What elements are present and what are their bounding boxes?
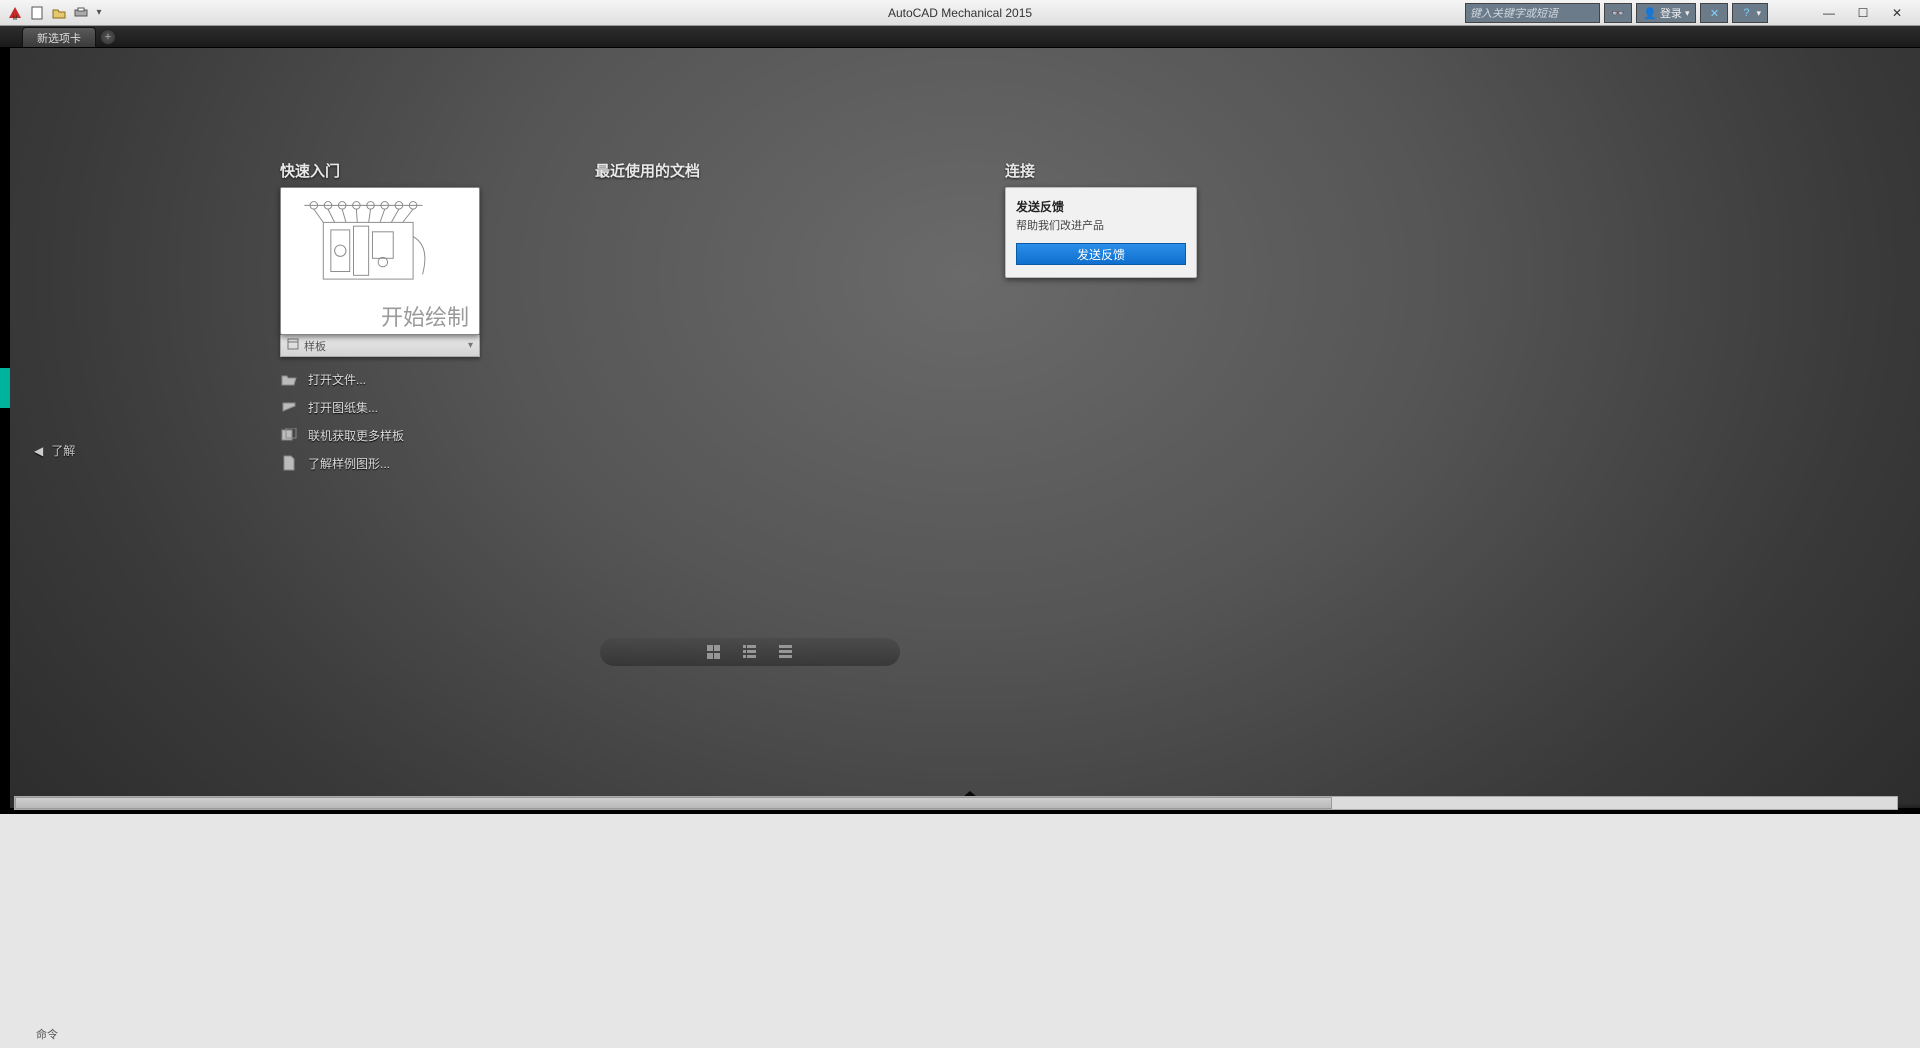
quick-access-toolbar: M ▾ — [4, 3, 106, 23]
link-sample-drawings[interactable]: 了解样例图形... — [280, 449, 490, 477]
quick-start-title: 快速入门 — [280, 160, 490, 181]
link-label: 联机获取更多样板 — [308, 427, 404, 444]
infocenter-button[interactable]: 👓 — [1604, 3, 1632, 23]
nav-left-label: 了解 — [51, 442, 75, 459]
template-label: 样板 — [304, 338, 326, 354]
send-feedback-button[interactable]: 发送反馈 — [1016, 243, 1186, 265]
tab-new[interactable]: 新选项卡 — [22, 27, 96, 47]
chevron-down-icon: ▾ — [468, 340, 473, 351]
minimize-button[interactable]: — — [1812, 2, 1846, 24]
close-button[interactable]: ✕ — [1880, 2, 1914, 24]
title-bar-right: 键入关键字或短语 👓 👤 登录 ▾ ✕ ? ▾ — ☐ ✕ — [1465, 2, 1914, 24]
feedback-card: 发送反馈 帮助我们改进产品 发送反馈 — [1005, 187, 1197, 278]
search-input[interactable]: 键入关键字或短语 — [1465, 3, 1600, 23]
start-drawing-label: 开始绘制 — [381, 300, 469, 332]
svg-text:M: M — [13, 16, 18, 20]
exchange-button[interactable]: ✕ — [1700, 3, 1728, 23]
user-icon: 👤 — [1643, 7, 1657, 20]
feedback-title: 发送反馈 — [1016, 198, 1186, 215]
view-grid-large-icon[interactable] — [707, 645, 721, 659]
help-icon: ? — [1739, 7, 1753, 19]
recent-docs-title: 最近使用的文档 — [595, 160, 925, 181]
open-file-icon[interactable] — [48, 3, 70, 23]
binoculars-icon: 👓 — [1611, 7, 1625, 20]
start-drawing-card[interactable]: 开始绘制 — [280, 187, 480, 335]
document-icon — [280, 455, 298, 471]
window-controls: — ☐ ✕ — [1812, 2, 1914, 24]
title-bar: M ▾ AutoCAD Mechanical 2015 键入关键字或短语 👓 👤… — [0, 0, 1920, 26]
feedback-subtitle: 帮助我们改进产品 — [1016, 217, 1186, 233]
app-title: AutoCAD Mechanical 2015 — [888, 6, 1032, 20]
view-list-icon[interactable] — [743, 645, 757, 659]
left-accent-bar — [0, 368, 10, 408]
nav-left-learn[interactable]: ◀ 了解 — [34, 442, 75, 459]
start-canvas: ◀ 了解 快速入门 — [10, 48, 1920, 808]
cad-sketch-thumbnail — [293, 194, 467, 298]
link-label: 打开图纸集... — [308, 399, 378, 416]
add-tab-button[interactable]: + — [100, 29, 116, 45]
column-recent-docs: 最近使用的文档 — [595, 160, 925, 181]
template-icon — [287, 338, 299, 353]
column-connect: 连接 发送反馈 帮助我们改进产品 发送反馈 — [1005, 160, 1215, 278]
recent-view-toggle — [600, 638, 900, 666]
login-button[interactable]: 👤 登录 ▾ — [1636, 3, 1697, 23]
template-dropdown[interactable]: 样板 ▾ — [280, 335, 480, 357]
help-button[interactable]: ? ▾ — [1732, 3, 1768, 23]
status-area: 命令 — [0, 814, 1920, 1048]
column-quick-start: 快速入门 开始绘制 — [280, 160, 490, 477]
scrollbar-thumb[interactable] — [15, 797, 1332, 809]
link-open-file[interactable]: 打开文件... — [280, 365, 490, 393]
plot-icon[interactable] — [70, 3, 92, 23]
link-open-sheet-set[interactable]: 打开图纸集... — [280, 393, 490, 421]
chevron-down-icon: ▾ — [1756, 8, 1761, 19]
sheet-set-icon — [280, 401, 298, 414]
feedback-button-label: 发送反馈 — [1077, 246, 1125, 263]
link-label: 打开文件... — [308, 371, 366, 388]
login-label: 登录 — [1660, 5, 1682, 21]
folder-open-icon — [280, 373, 298, 386]
templates-online-icon — [280, 428, 298, 442]
command-label: 命令 — [36, 1026, 58, 1042]
link-label: 了解样例图形... — [308, 455, 390, 472]
horizontal-scrollbar[interactable] — [14, 796, 1898, 810]
new-file-icon[interactable] — [26, 3, 48, 23]
triangle-left-icon: ◀ — [34, 444, 43, 458]
app-menu-button[interactable]: M — [4, 3, 26, 23]
chevron-down-icon: ▾ — [1685, 8, 1690, 19]
link-more-templates[interactable]: 联机获取更多样板 — [280, 421, 490, 449]
search-placeholder: 键入关键字或短语 — [1470, 5, 1558, 21]
qat-more-icon[interactable]: ▾ — [92, 3, 106, 23]
exchange-icon: ✕ — [1707, 7, 1721, 20]
view-detail-icon[interactable] — [779, 645, 793, 659]
connect-title: 连接 — [1005, 160, 1215, 181]
tab-label: 新选项卡 — [37, 30, 81, 46]
quick-links: 打开文件... 打开图纸集... 联机获取更多样板 了解样例图形... — [280, 365, 490, 477]
document-tab-row: 新选项卡 + — [0, 26, 1920, 48]
maximize-button[interactable]: ☐ — [1846, 2, 1880, 24]
